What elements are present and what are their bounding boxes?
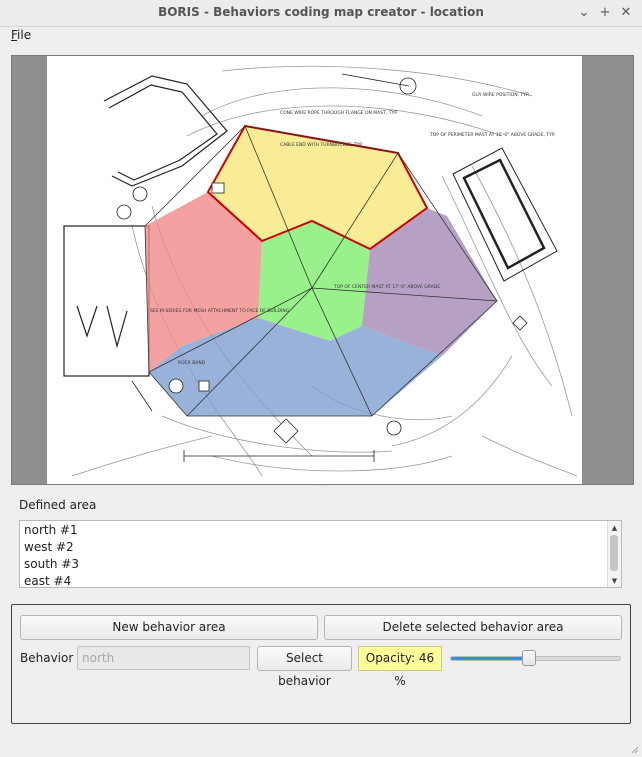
map-annotation: ROCK BAND xyxy=(178,360,206,366)
scroll-thumb[interactable] xyxy=(610,535,618,571)
opacity-slider-fill xyxy=(451,657,528,660)
menu-file[interactable]: File xyxy=(11,28,31,42)
callout-marker xyxy=(386,420,402,436)
map-annotation: SEE M-SERIES FOR MESH ATTACHMENT TO FACE… xyxy=(150,308,290,314)
title-bar: BORIS - Behaviors coding map creator - l… xyxy=(0,0,642,27)
list-item[interactable]: south #3 xyxy=(24,556,79,573)
defined-area-list[interactable]: north #1 west #2 south #3 east #4 ▲ ▼ xyxy=(19,520,622,588)
size-grip-icon[interactable] xyxy=(629,744,639,754)
minimize-button[interactable]: ⌄ xyxy=(576,5,592,21)
callout-marker xyxy=(132,186,148,202)
new-behavior-area-button[interactable]: New behavior area xyxy=(20,615,318,640)
scroll-up-icon[interactable]: ▲ xyxy=(608,523,621,533)
map-annotation: TOP OF CENTER MAST AT 17'-0" ABOVE GRADE xyxy=(333,284,440,290)
callout-marker xyxy=(168,378,184,394)
map-canvas[interactable]: CONE WIRE ROPE THROUGH FLANGE ON MAST, T… xyxy=(12,56,633,484)
behavior-input[interactable]: north xyxy=(77,646,250,670)
splitter-handle[interactable]: ····· xyxy=(312,482,329,490)
behavior-label: Behavior xyxy=(20,651,74,665)
scroll-down-icon[interactable]: ▼ xyxy=(608,576,621,586)
window-title: BORIS - Behaviors coding map creator - l… xyxy=(158,5,484,19)
callout-marker xyxy=(116,204,132,220)
delete-behavior-area-button[interactable]: Delete selected behavior area xyxy=(324,615,622,640)
close-button[interactable]: ✕ xyxy=(618,5,634,21)
defined-area-label: Defined area xyxy=(19,498,97,512)
menu-file-label: ile xyxy=(17,28,32,42)
list-item[interactable]: west #2 xyxy=(24,539,74,556)
maximize-button[interactable]: + xyxy=(597,5,613,21)
detail-marker xyxy=(198,380,210,392)
detail-marker xyxy=(211,182,225,194)
opacity-label: Opacity: 46 % xyxy=(358,646,442,688)
map-annotation: CONE WIRE ROPE THROUGH FLANGE ON MAST, T… xyxy=(280,110,398,116)
select-behavior-button[interactable]: Select behavior xyxy=(257,646,352,688)
list-scrollbar[interactable]: ▲ ▼ xyxy=(607,521,621,587)
list-item[interactable]: north #1 xyxy=(24,522,78,539)
map-annotation: GUY WIRE POSITION, TYP. xyxy=(472,92,529,98)
map-annotation: TOP OF PERIMETER MAST AT 10'-0" ABOVE GR… xyxy=(429,132,555,138)
map-annotation: CABLE END WITH TURNBUCKLE, TYP. xyxy=(280,142,363,148)
opacity-slider-handle[interactable] xyxy=(522,650,537,666)
list-item[interactable]: east #4 xyxy=(24,573,71,590)
menu-bar: File xyxy=(0,26,642,46)
map-view[interactable]: CONE WIRE ROPE THROUGH FLANGE ON MAST, T… xyxy=(11,55,634,485)
